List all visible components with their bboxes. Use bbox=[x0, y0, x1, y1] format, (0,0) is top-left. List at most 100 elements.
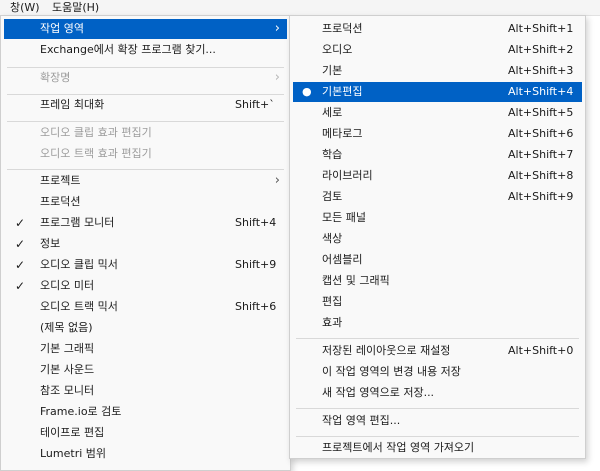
menu-item-shortcut: Alt+Shift+0 bbox=[508, 344, 574, 357]
menu-item-label: 참조 모니터 bbox=[40, 384, 95, 397]
menu-item-audio-track-effect-editor: 오디오 트랙 효과 편집기 bbox=[4, 144, 287, 164]
menu-item-lumetri-scopes[interactable]: Lumetri 범위 bbox=[4, 444, 287, 464]
menu-item-label: 색상 bbox=[322, 232, 343, 245]
workspace-import-from-project[interactable]: 프로젝트에서 작업 영역 가져오기 bbox=[293, 438, 582, 458]
menu-item-find-extensions[interactable]: Exchange에서 확장 프로그램 찾기... bbox=[4, 40, 287, 60]
menu-item-label: 확장명 bbox=[40, 71, 71, 84]
menu-separator bbox=[296, 436, 579, 437]
menu-item-label: 학습 bbox=[322, 148, 343, 161]
workspaces-submenu: 프로덕션 Alt+Shift+1 오디오 Alt+Shift+2 기본 Alt+… bbox=[289, 15, 586, 459]
menu-item-label: 프로덕션 bbox=[322, 22, 363, 35]
menu-item-extensions: 확장명 › bbox=[4, 68, 287, 88]
workspace-item-effects[interactable]: 효과 bbox=[293, 313, 582, 333]
menu-item-shortcut: Alt+Shift+1 bbox=[508, 22, 574, 35]
workspace-item-learning[interactable]: 학습 Alt+Shift+7 bbox=[293, 145, 582, 165]
workspace-item-captions-graphics[interactable]: 캡션 및 그래픽 bbox=[293, 271, 582, 291]
menu-item-label: 기본 bbox=[322, 64, 343, 77]
workspace-item-review[interactable]: 검토 Alt+Shift+9 bbox=[293, 187, 582, 207]
menu-item-reference-monitor[interactable]: 참조 모니터 bbox=[4, 381, 287, 401]
menu-item-label: 어셈블리 bbox=[322, 253, 363, 266]
workspace-item-production[interactable]: 프로덕션 Alt+Shift+1 bbox=[293, 19, 582, 39]
menu-separator bbox=[7, 169, 284, 170]
workspace-item-all-panels[interactable]: 모든 패널 bbox=[293, 208, 582, 228]
menu-item-shortcut: Alt+Shift+7 bbox=[508, 148, 574, 161]
menu-item-shortcut: Alt+Shift+3 bbox=[508, 64, 574, 77]
workspace-item-editing[interactable]: 편집 bbox=[293, 292, 582, 312]
menu-item-label: Exchange에서 확장 프로그램 찾기... bbox=[40, 43, 216, 56]
menu-item-review-frameio[interactable]: Frame.io로 검토 bbox=[4, 402, 287, 422]
menu-item-label: 세로 bbox=[322, 106, 343, 119]
menu-item-label: 메타로그 bbox=[322, 127, 363, 140]
menu-item-label: 프로젝트에서 작업 영역 가져오기 bbox=[322, 441, 475, 454]
workspace-item-essentials[interactable]: 기본 Alt+Shift+3 bbox=[293, 61, 582, 81]
checkmark-icon: ✓ bbox=[15, 237, 26, 251]
menu-item-label: 이 작업 영역의 변경 내용 저장 bbox=[322, 365, 461, 378]
menu-item-audio-clip-effect-editor: 오디오 클립 효과 편집기 bbox=[4, 123, 287, 143]
menu-item-edit-to-tape[interactable]: 테이프로 편집 bbox=[4, 423, 287, 443]
menu-item-label: (제목 없음) bbox=[40, 321, 93, 334]
menu-item-shortcut: Shift+6 bbox=[235, 300, 277, 313]
menu-item-label: 작업 영역 편집... bbox=[322, 414, 401, 427]
menu-item-production[interactable]: 프로덕션 bbox=[4, 192, 287, 212]
menu-item-shortcut: Alt+Shift+9 bbox=[508, 190, 574, 203]
workspace-item-editing-basic[interactable]: ● 기본편집 Alt+Shift+4 bbox=[293, 82, 582, 102]
menu-item-maximize-frame[interactable]: 프레임 최대화 Shift+` bbox=[4, 95, 287, 115]
menu-item-label: 모든 패널 bbox=[322, 211, 366, 224]
menu-window[interactable]: 창(W) bbox=[10, 1, 40, 14]
menu-item-shortcut: Alt+Shift+5 bbox=[508, 106, 574, 119]
workspace-item-vertical[interactable]: 세로 Alt+Shift+5 bbox=[293, 103, 582, 123]
workspace-item-metalogging[interactable]: 메타로그 Alt+Shift+6 bbox=[293, 124, 582, 144]
workspace-item-assembly[interactable]: 어셈블리 bbox=[293, 250, 582, 270]
menu-separator bbox=[296, 408, 579, 409]
menu-item-audio-clip-mixer[interactable]: ✓ 오디오 클립 믹서 Shift+9 bbox=[4, 255, 287, 275]
workspace-reset-to-saved-layout[interactable]: 저장된 레이아웃으로 재설정 Alt+Shift+0 bbox=[293, 341, 582, 361]
menu-item-shortcut: Shift+` bbox=[235, 98, 275, 111]
menu-item-label: 정보 bbox=[40, 237, 61, 250]
menu-item-label: 프로덕션 bbox=[40, 195, 81, 208]
menu-item-label: 오디오 클립 믹서 bbox=[40, 258, 118, 271]
menu-item-audio-meter[interactable]: ✓ 오디오 미터 bbox=[4, 276, 287, 296]
workspace-item-audio[interactable]: 오디오 Alt+Shift+2 bbox=[293, 40, 582, 60]
menu-bar: 창(W) 도움말(H) bbox=[0, 0, 600, 16]
menu-item-label: 효과 bbox=[322, 316, 343, 329]
menu-item-shortcut: Alt+Shift+4 bbox=[508, 85, 574, 98]
menu-item-label: 작업 영역 bbox=[40, 22, 84, 35]
chevron-right-icon: › bbox=[274, 173, 280, 188]
menu-item-untitled[interactable]: (제목 없음) bbox=[4, 318, 287, 338]
menu-item-label: 오디오 클립 효과 편집기 bbox=[40, 126, 152, 139]
menu-item-shortcut: Shift+4 bbox=[235, 216, 277, 229]
checkmark-icon: ✓ bbox=[15, 279, 26, 293]
menu-item-label: 프로젝트 bbox=[40, 174, 81, 187]
menu-item-program-monitor[interactable]: ✓ 프로그램 모니터 Shift+4 bbox=[4, 213, 287, 233]
workspace-edit-workspaces[interactable]: 작업 영역 편집... bbox=[293, 411, 582, 431]
menu-item-label: 기본 사운드 bbox=[40, 363, 95, 376]
selected-bullet-icon: ● bbox=[302, 85, 312, 98]
menu-item-label: 새 작업 영역으로 저장... bbox=[322, 386, 435, 399]
workspace-save-changes[interactable]: 이 작업 영역의 변경 내용 저장 bbox=[293, 362, 582, 382]
chevron-right-icon: › bbox=[274, 21, 280, 36]
menu-item-essential-sound[interactable]: 기본 사운드 bbox=[4, 360, 287, 380]
menu-help[interactable]: 도움말(H) bbox=[52, 1, 99, 14]
menu-item-shortcut: Alt+Shift+2 bbox=[508, 43, 574, 56]
menu-item-shortcut: Alt+Shift+8 bbox=[508, 169, 574, 182]
menu-item-label: 오디오 트랙 효과 편집기 bbox=[40, 147, 152, 160]
menu-item-workspaces[interactable]: 작업 영역 › bbox=[4, 19, 287, 39]
menu-item-audio-track-mixer[interactable]: 오디오 트랙 믹서 Shift+6 bbox=[4, 297, 287, 317]
menu-item-essential-graphics[interactable]: 기본 그래픽 bbox=[4, 339, 287, 359]
chevron-right-icon: › bbox=[274, 70, 280, 85]
menu-item-label: 편집 bbox=[322, 295, 343, 308]
menu-separator bbox=[7, 121, 284, 122]
workspace-save-as-new[interactable]: 새 작업 영역으로 저장... bbox=[293, 383, 582, 403]
window-menu-dropdown: 작업 영역 › Exchange에서 확장 프로그램 찾기... 확장명 › 프… bbox=[0, 15, 291, 471]
workspace-item-libraries[interactable]: 라이브러리 Alt+Shift+8 bbox=[293, 166, 582, 186]
menu-item-label: 오디오 bbox=[322, 43, 353, 56]
menu-item-label: 오디오 트랙 믹서 bbox=[40, 300, 118, 313]
menu-item-label: 검토 bbox=[322, 190, 343, 203]
menu-item-info[interactable]: ✓ 정보 bbox=[4, 234, 287, 254]
menu-item-label: 라이브러리 bbox=[322, 169, 373, 182]
menu-item-label: 기본 그래픽 bbox=[40, 342, 95, 355]
menu-item-project[interactable]: 프로젝트 › bbox=[4, 171, 287, 191]
workspace-item-color[interactable]: 색상 bbox=[293, 229, 582, 249]
checkmark-icon: ✓ bbox=[15, 216, 26, 230]
menu-item-label: 기본편집 bbox=[322, 85, 363, 98]
